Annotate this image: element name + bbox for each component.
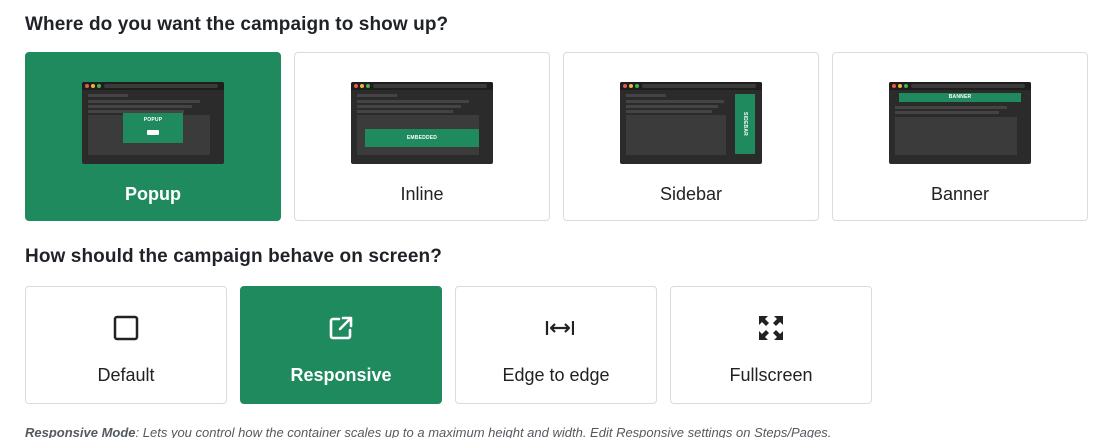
square-outline-icon	[113, 315, 139, 341]
inline-preview-illustration: EMBEDDED	[351, 82, 493, 164]
behavior-label-default: Default	[97, 365, 155, 385]
external-link-icon	[329, 316, 353, 340]
placement-label-popup: Popup	[125, 184, 181, 204]
placement-option-banner[interactable]: BANNER Banner	[832, 52, 1088, 221]
placement-label-sidebar: Sidebar	[659, 184, 723, 204]
popup-preview-illustration: POPUP	[82, 82, 224, 164]
note-title: Responsive Mode	[25, 425, 136, 438]
placement-option-inline[interactable]: EMBEDDED Inline	[294, 52, 550, 221]
behavior-option-responsive[interactable]: Responsive	[240, 286, 442, 404]
horizontal-expand-icon	[545, 321, 574, 335]
sidebar-preview-illustration: SIDEBAR	[620, 82, 762, 164]
placement-heading: Where do you want the campaign to show u…	[25, 14, 449, 35]
fullscreen-arrows-icon	[759, 316, 783, 340]
behavior-heading: How should the campaign behave on screen…	[25, 246, 442, 267]
placement-option-sidebar[interactable]: SIDEBAR Sidebar	[563, 52, 819, 221]
sidebar-preview-text: SIDEBAR	[742, 112, 748, 136]
behavior-label-edge-to-edge: Edge to edge	[502, 365, 610, 385]
placement-label-banner: Banner	[930, 184, 990, 204]
note-text: : Lets you control how the container sca…	[135, 425, 832, 438]
placement-option-popup[interactable]: POPUP Popup	[25, 52, 281, 221]
placement-label-inline: Inline	[400, 184, 444, 204]
behavior-option-fullscreen[interactable]: Fullscreen	[670, 286, 872, 404]
behavior-label-responsive: Responsive	[290, 365, 392, 385]
behavior-option-default[interactable]: Default	[25, 286, 227, 404]
popup-preview-text: POPUP	[143, 117, 163, 123]
behavior-label-fullscreen: Fullscreen	[729, 365, 813, 385]
responsive-mode-note: Responsive Mode: Lets you control how th…	[25, 425, 831, 438]
banner-preview-illustration: BANNER	[889, 82, 1031, 164]
banner-preview-text: BANNER	[948, 94, 972, 100]
behavior-option-edge-to-edge[interactable]: Edge to edge	[455, 286, 657, 404]
campaign-settings: Where do you want the campaign to show u…	[0, 0, 1097, 438]
inline-preview-text: EMBEDDED	[406, 135, 438, 141]
